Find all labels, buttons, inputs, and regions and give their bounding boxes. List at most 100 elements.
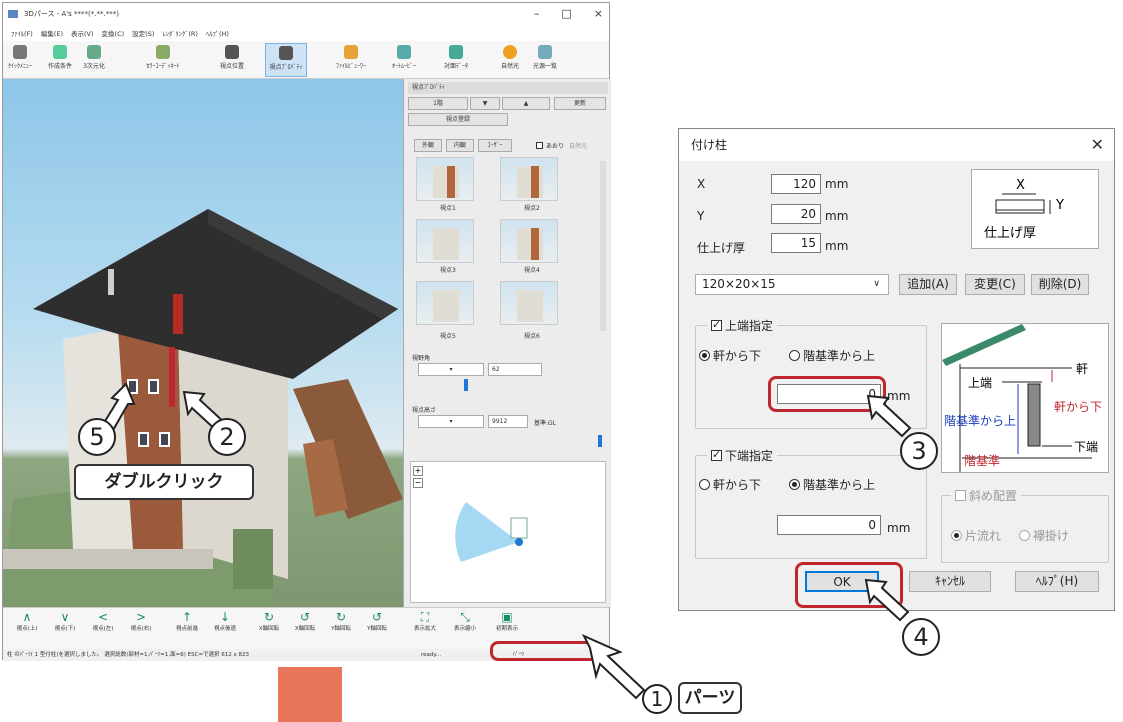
bottom-from-floor-radio[interactable]: 階基準から上 [789,476,875,493]
fov-slider-thumb[interactable] [464,379,468,391]
nav-rotate-x2[interactable]: ↺ X軸回転 [287,610,323,632]
menu-view[interactable]: 表示(V) [71,28,94,38]
toolbar-viewpoint[interactable]: 視点位置 [215,43,249,77]
floor-down-button[interactable]: ▼ [470,97,500,110]
tab-exterior[interactable]: 外観 [414,139,442,152]
fig-x: X [1016,178,1025,193]
palette-icon [156,45,170,59]
tab-user[interactable]: ﾕｰｻﾞｰ [478,139,512,152]
height-select[interactable]: ▾ [418,415,484,428]
camera-icon [225,45,239,59]
y-label: Y [697,209,705,223]
preset-select[interactable]: 120×20×15 ∨ [695,274,889,295]
delete-button[interactable]: 削除(D) [1031,274,1089,295]
thumb-view1[interactable] [416,157,474,201]
floor-select[interactable]: 1階 [408,97,468,110]
nav-view-right[interactable]: > 視点(右) [123,610,159,632]
toolbar-color[interactable]: ｶﾗｰｺｰﾃﾞｨﾈｰﾄ [143,43,183,77]
view-property-panel: 視点ﾌﾟﾛﾊﾟﾃｨ 1階 ▼ ▲ 更新 視点登録 外観 内観 ﾕｰｻﾞｰ あおり… [403,79,611,607]
nav-rotate-y2[interactable]: ↺ Y軸回転 [359,610,395,632]
double-click-callout: ダブルクリック [74,464,254,500]
fig-eave: 軒 [1076,362,1089,376]
floor-up-button[interactable]: ▲ [502,97,550,110]
height-label: 視点高さ [412,407,437,414]
3d-viewport[interactable] [3,79,403,607]
conditions-icon [53,45,67,59]
menu-settings[interactable]: 設定(S) [132,28,154,38]
house-render [3,209,403,607]
nav-initial-view[interactable]: ▣ 初期表示 [489,610,525,632]
bottom-offset-input[interactable]: 0 [777,515,881,535]
menu-rendering[interactable]: ﾚﾝﾀﾞﾘﾝｸﾞ(R) [162,28,198,38]
menu-help[interactable]: ﾍﾙﾌﾟ(H) [206,28,229,38]
nav-rotate-x1[interactable]: ↻ X軸回転 [251,610,287,632]
toolbar-natural-light[interactable]: 自然光 [495,43,525,77]
nav-view-down[interactable]: ∨ 視点(下) [47,610,83,632]
toolbar-auto-movie[interactable]: ｵｰﾄﾑｰﾋﾞｰ [387,43,421,77]
register-view-button[interactable]: 視点登録 [408,113,508,126]
nav-view-left[interactable]: < 視点(左) [85,610,121,632]
fig-floor: 階基準 [964,454,1001,468]
change-button[interactable]: 変更(C) [965,274,1025,295]
fig-from-eave: 軒から下 [1054,400,1103,414]
fig-from-floor: 階基準から上 [944,414,1017,428]
nav-zoom-in[interactable]: ⛶ 表示拡大 [407,610,443,632]
thumb-view4[interactable] [500,219,558,263]
finish-input[interactable]: 15 [771,233,821,253]
toolbar-light-list[interactable]: 光源一覧 [529,43,561,77]
thumb-scrollbar[interactable] [600,161,606,331]
orange-marker [278,667,342,722]
diag-single-radio[interactable]: 片流れ [951,527,1001,544]
top-from-eave-radio[interactable]: 軒から下 [699,347,761,364]
nav-zoom-out[interactable]: ⤡ 表示縮小 [447,610,483,632]
maximize-button[interactable]: □ [561,7,571,20]
nav-forward[interactable]: ↑ 視点前進 [169,610,205,632]
fov-input[interactable]: 62 [488,363,542,376]
minimap[interactable]: + − [410,461,606,603]
toolbar-3d[interactable]: 3次元化 [79,43,109,77]
update-button[interactable]: 更新 [554,97,606,110]
diag-cross-radio[interactable]: 襷掛け [1019,527,1069,544]
menu-icon [13,45,27,59]
tab-interior[interactable]: 内観 [446,139,474,152]
menu-file[interactable]: ﾌｧｲﾙ(F) [11,28,33,38]
x-unit: mm [825,177,849,191]
toolbar-file-viewer[interactable]: ﾌｧｲﾙﾋﾞｭｰﾜｰ [331,43,371,77]
close-icon[interactable]: ✕ [1091,135,1104,154]
fov-select[interactable]: ▾ [418,363,484,376]
sun-icon [503,45,517,59]
close-button[interactable]: × [594,7,603,20]
fig-y: Y [1056,198,1064,213]
thumb-view3[interactable] [416,219,474,263]
nav-rotate-y1[interactable]: ↻ Y軸回転 [323,610,359,632]
check-ari[interactable]: あおり [536,141,564,150]
check-natural-light[interactable]: 自然光 [569,141,587,150]
diagonal-check[interactable]: 斜め配置 [951,487,1022,504]
toolbar-conditions[interactable]: 作成条件 [43,43,77,77]
top-spec-check[interactable]: 上端指定 [707,317,778,334]
y-input[interactable]: 20 [771,204,821,224]
toolbar-facing-data[interactable]: 対面ﾃﾞｰﾀ [439,43,473,77]
top-from-floor-radio[interactable]: 階基準から上 [789,347,875,364]
x-input[interactable]: 120 [771,174,821,194]
finish-label: 仕上げ厚 [697,241,746,255]
facing-data-icon [449,45,463,59]
thumb-view2[interactable] [500,157,558,201]
minimize-button[interactable]: – [534,7,540,20]
lamp-icon [538,45,552,59]
toolbar-quick-menu[interactable]: ｸｲｯｸﾒﾆｭｰ [5,43,35,77]
nav-backward[interactable]: ↓ 視点後退 [207,610,243,632]
bottom-spec-check[interactable]: 下端指定 [707,447,778,464]
height-input[interactable]: 9912 [488,415,528,428]
add-button[interactable]: 追加(A) [899,274,957,295]
toolbar-view-property[interactable]: 視点ﾌﾟﾛﾊﾟﾃｨ [265,43,307,77]
title-bar: 3Dパース - A's ****(*.**.***) – □ × [3,3,609,25]
thumb-view5[interactable] [416,281,474,325]
thumb-view6[interactable] [500,281,558,325]
menu-edit[interactable]: 編集(E) [41,28,63,38]
menu-convert[interactable]: 変換(C) [102,28,125,38]
bottom-from-eave-radio[interactable]: 軒から下 [699,476,761,493]
nav-view-up[interactable]: ∧ 視点(上) [9,610,45,632]
help-button[interactable]: ﾍﾙﾌﾟ(H) [1015,571,1099,592]
height-slider-thumb[interactable] [598,435,602,447]
